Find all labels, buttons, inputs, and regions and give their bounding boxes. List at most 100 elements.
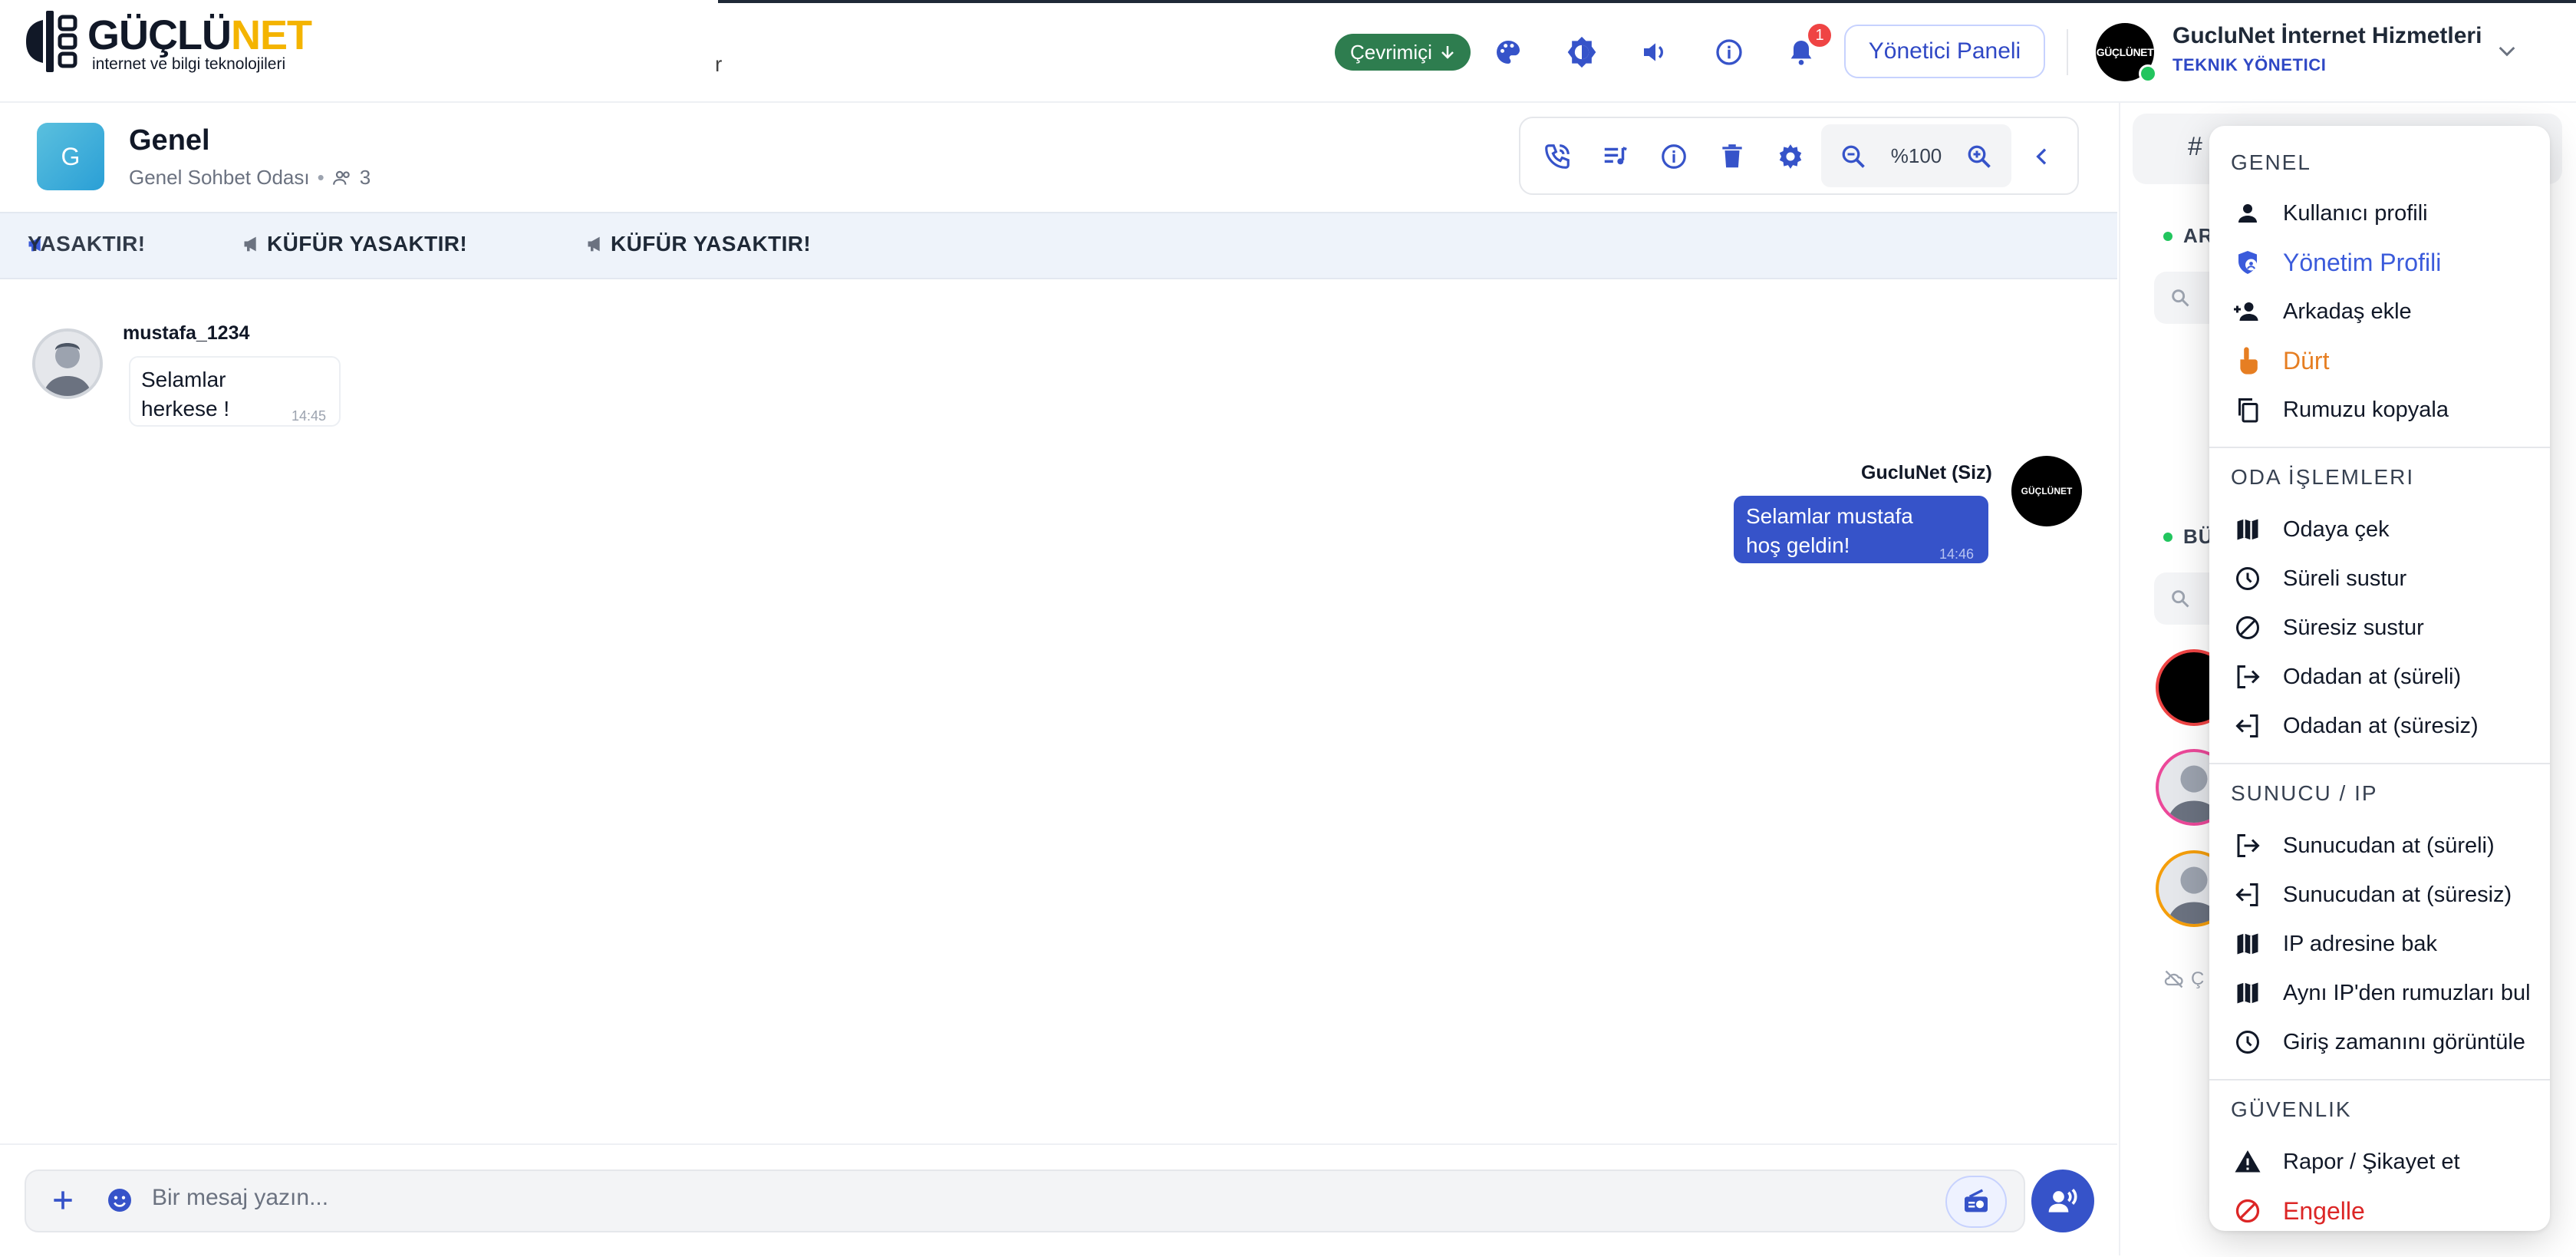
menu-item-login-time[interactable]: Giriş zamanını görüntüle	[2231, 1021, 2545, 1064]
message-time: 14:46	[1939, 546, 1975, 562]
status-dropdown[interactable]: Çevrimiçi	[1335, 34, 1471, 71]
menu-item-admin-profile[interactable]: Yönetim Profili	[2231, 241, 2545, 284]
warning-icon	[2231, 1145, 2265, 1179]
menu-item-add-friend[interactable]: Arkadaş ekle	[2231, 290, 2545, 333]
emoji-icon[interactable]	[104, 1185, 135, 1216]
menu-item-same-ip-nicks[interactable]: Aynı IP'den rumuzları bul	[2231, 972, 2545, 1015]
radio-button[interactable]	[1945, 1176, 2007, 1228]
divider	[2067, 29, 2068, 75]
trash-icon[interactable]	[1714, 138, 1751, 175]
phone-icon[interactable]	[1539, 138, 1576, 175]
menu-item-timed-mute[interactable]: Süreli sustur	[2231, 557, 2545, 600]
brightness-icon[interactable]	[1563, 34, 1600, 71]
logo-wordmark: GÜÇLÜNET	[87, 12, 312, 58]
chevron-left-icon[interactable]	[2024, 138, 2060, 175]
marquee-item: KÜFÜR YASAKTIR!	[241, 232, 467, 256]
menu-item-pull-to-room[interactable]: Odaya çek	[2231, 508, 2545, 551]
menu-section-title: ODA İŞLEMLERI	[2231, 465, 2415, 489]
block-icon	[2231, 1194, 2265, 1228]
copy-icon	[2231, 393, 2265, 427]
menu-section-title: SUNUCU / IP	[2231, 781, 2378, 805]
room-title: Genel	[129, 124, 210, 157]
radio-icon	[1965, 1189, 1988, 1212]
message-placeholder: Bir mesaj yazın...	[152, 1185, 329, 1210]
poke-hand-icon	[2231, 344, 2265, 378]
notification-badge: 1	[1806, 21, 1833, 49]
status-label: Çevrimiçi	[1350, 40, 1432, 64]
menu-divider	[2209, 763, 2550, 764]
playlist-icon[interactable]	[1597, 138, 1634, 175]
online-dot	[2163, 232, 2172, 241]
menu-item-report[interactable]: Rapor / Şikayet et	[2231, 1140, 2545, 1183]
person-add-icon	[2231, 295, 2265, 328]
zoom-in-icon[interactable]	[1961, 138, 1998, 175]
stray-text: r	[715, 52, 723, 76]
cloud-off-icon	[2164, 970, 2183, 988]
menu-item-user-profile[interactable]: Kullanıcı profili	[2231, 192, 2545, 235]
plus-icon[interactable]	[48, 1185, 78, 1216]
map-icon	[2231, 513, 2265, 546]
members-icon	[332, 170, 350, 185]
search-icon	[2172, 590, 2189, 608]
map-icon	[2231, 927, 2265, 961]
member-count: 3	[359, 166, 371, 189]
megaphone-icon	[244, 236, 256, 252]
menu-item-copy-nickname[interactable]: Rumuzu kopyala	[2231, 388, 2545, 431]
map-icon	[2231, 976, 2265, 1010]
marquee-item: YASAKTIR!	[25, 232, 145, 256]
avatar[interactable]	[32, 328, 103, 399]
logout-icon	[2231, 660, 2265, 694]
volume-icon[interactable]	[1637, 34, 1674, 71]
zoom-out-icon[interactable]	[1835, 138, 1872, 175]
user-role: TEKNIK YÖNETICI	[2172, 55, 2327, 74]
logo-icon	[25, 8, 86, 75]
tab-rooms[interactable]: #	[2188, 132, 2202, 162]
person-icon	[2231, 196, 2265, 230]
block-icon	[2231, 611, 2265, 645]
online-dot	[2163, 533, 2172, 542]
room-info-icon[interactable]	[1655, 138, 1692, 175]
menu-item-view-ip[interactable]: IP adresine bak	[2231, 922, 2545, 965]
user-name[interactable]: GucluNet İnternet Hizmetleri	[2172, 23, 2482, 49]
login-icon	[2231, 878, 2265, 912]
menu-item-kick-server-timed[interactable]: Sunucudan at (süreli)	[2231, 824, 2545, 867]
avatar[interactable]: GÜÇLÜNET	[2011, 456, 2082, 526]
menu-section-title: GÜVENLIK	[2231, 1097, 2352, 1121]
message-sender[interactable]: mustafa_1234	[123, 322, 249, 345]
offline-label: Ç	[2163, 968, 2204, 990]
zoom-level: %100	[1890, 144, 1942, 167]
menu-divider	[2209, 1079, 2550, 1080]
top-bar	[0, 0, 2576, 103]
menu-section-title: GENEL	[2231, 150, 2311, 174]
menu-item-kick-server-permanent[interactable]: Sunucudan at (süresiz)	[2231, 873, 2545, 916]
menu-item-permanent-mute[interactable]: Süresiz sustur	[2231, 606, 2545, 649]
message-time: 14:45	[292, 408, 327, 424]
voice-button[interactable]	[2031, 1170, 2094, 1232]
marquee-item: KÜFÜR YASAKTIR!	[585, 232, 811, 256]
arrow-down-icon	[1441, 46, 1454, 59]
room-avatar: G	[37, 123, 104, 190]
menu-item-kick-room-timed[interactable]: Odadan at (süreli)	[2231, 655, 2545, 698]
settings-gear-icon[interactable]	[1772, 138, 1809, 175]
palette-icon[interactable]	[1490, 34, 1527, 71]
login-icon	[2231, 709, 2265, 743]
menu-item-poke[interactable]: Dürt	[2231, 339, 2545, 382]
chevron-down-icon[interactable]	[2495, 38, 2519, 63]
online-indicator	[2139, 64, 2157, 83]
menu-item-kick-room-permanent[interactable]: Odadan at (süresiz)	[2231, 704, 2545, 747]
clock-icon	[2231, 562, 2265, 596]
clock-icon	[2231, 1025, 2265, 1059]
search-icon	[2172, 289, 2189, 307]
logout-icon	[2231, 829, 2265, 863]
message-sender[interactable]: GucluNet (Siz)	[1861, 462, 1992, 484]
menu-divider	[2209, 447, 2550, 448]
room-subtitle: Genel Sohbet Odası • 3	[129, 166, 371, 189]
admin-panel-button[interactable]: Yönetici Paneli	[1844, 25, 2045, 78]
logo-subtitle: internet ve bilgi teknolojileri	[92, 55, 286, 73]
voice-speak-icon	[2048, 1189, 2077, 1212]
top-border-line	[718, 0, 2576, 3]
shield-person-icon	[2231, 246, 2265, 279]
menu-item-block[interactable]: Engelle	[2231, 1189, 2545, 1232]
info-icon[interactable]	[1711, 34, 1748, 71]
megaphone-icon	[588, 236, 600, 252]
